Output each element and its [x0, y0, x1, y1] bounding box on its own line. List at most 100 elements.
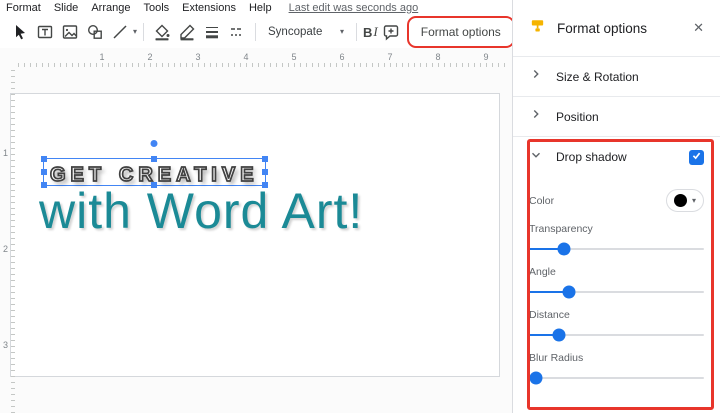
- distance-group: Distance: [529, 309, 704, 342]
- toolbar-separator: [255, 23, 257, 41]
- menu-arrange[interactable]: Arrange: [91, 2, 130, 14]
- panel-header: Format options ✕: [513, 0, 720, 57]
- comment-icon: [382, 23, 400, 41]
- line-dropdown-caret-icon[interactable]: ▾: [133, 28, 137, 36]
- ruler-mark: 3: [3, 340, 9, 350]
- menu-extensions[interactable]: Extensions: [182, 2, 236, 14]
- slide-canvas[interactable]: get creative with Word Art!: [10, 93, 500, 377]
- blur-radius-label: Blur Radius: [529, 352, 584, 364]
- ruler-mark: 2: [3, 244, 9, 254]
- distance-slider-thumb[interactable]: [552, 328, 566, 342]
- horizontal-ruler: 1 2 3 4 5 6 7 8 9: [18, 52, 506, 68]
- menu-slide[interactable]: Slide: [54, 2, 78, 14]
- shape-icon: [86, 23, 104, 41]
- menubar: Format Slide Arrange Tools Extensions He…: [0, 0, 512, 16]
- section-size-rotation[interactable]: Size & Rotation: [513, 57, 720, 97]
- chevron-right-icon: [529, 67, 543, 86]
- transparency-group: Transparency: [529, 223, 704, 256]
- border-color-icon: [178, 23, 196, 41]
- ruler-ticks: [18, 63, 506, 67]
- ruler-mark: 6: [339, 52, 345, 62]
- ruler-mark: 3: [195, 52, 201, 62]
- chevron-down-icon: ▾: [691, 195, 696, 205]
- font-family-value: Syncopate: [268, 26, 323, 38]
- blur-radius-slider[interactable]: [529, 371, 704, 385]
- transparency-slider[interactable]: [529, 242, 704, 256]
- cursor-icon: [11, 23, 29, 41]
- font-family-select[interactable]: Syncopate ▾: [262, 23, 350, 41]
- section-label: Size & Rotation: [556, 69, 639, 84]
- chevron-down-icon: ▾: [340, 27, 345, 36]
- rotation-handle[interactable]: [150, 140, 158, 147]
- ruler-mark: 7: [387, 52, 393, 62]
- shadow-color-picker[interactable]: ▾: [665, 189, 704, 212]
- ruler-ticks: [11, 70, 15, 413]
- section-label: Drop shadow: [556, 150, 627, 164]
- border-dash-button[interactable]: [225, 20, 249, 44]
- drop-shadow-checkbox[interactable]: [689, 148, 704, 166]
- resize-handle-n[interactable]: [151, 156, 158, 162]
- text-box-icon: [36, 23, 54, 41]
- blur-radius-group: Blur Radius: [529, 352, 704, 385]
- workspace: get creative with Word Art!: [0, 48, 512, 413]
- panel-title: Format options: [557, 20, 648, 36]
- google-slides-window: Format Slide Arrange Tools Extensions He…: [0, 0, 720, 413]
- insert-image-button[interactable]: [58, 20, 82, 44]
- border-color-button[interactable]: [175, 20, 199, 44]
- angle-slider[interactable]: [529, 285, 704, 299]
- ruler-mark: 9: [483, 52, 489, 62]
- close-icon[interactable]: ✕: [693, 20, 704, 36]
- ruler-mark: 4: [243, 52, 249, 62]
- check-icon: [691, 148, 702, 166]
- angle-slider-thumb[interactable]: [562, 285, 576, 299]
- menu-help[interactable]: Help: [249, 2, 272, 14]
- toolbar: ▾ Syncopate ▾ B I Format options: [0, 16, 553, 48]
- resize-handle-nw[interactable]: [41, 156, 47, 162]
- border-dash-icon: [228, 23, 246, 41]
- distance-label: Distance: [529, 309, 570, 321]
- image-icon: [61, 23, 79, 41]
- last-edit-link[interactable]: Last edit was seconds ago: [289, 2, 419, 14]
- vertical-ruler: 1 2 3: [0, 70, 16, 413]
- resize-handle-w[interactable]: [41, 169, 47, 175]
- paint-format-icon: [529, 17, 546, 39]
- blur-radius-slider-thumb[interactable]: [529, 371, 543, 385]
- section-drop-shadow[interactable]: Drop shadow: [513, 137, 720, 177]
- text-box-button[interactable]: [33, 20, 57, 44]
- transparency-label: Transparency: [529, 223, 593, 235]
- ruler-mark: 1: [3, 148, 9, 158]
- drop-shadow-details: Color ▾ Transparency Angle Distance Blur…: [513, 189, 720, 385]
- format-options-panel: Format options ✕ Size & Rotation Positio…: [512, 0, 720, 413]
- italic-button[interactable]: I: [373, 20, 377, 44]
- wordart-line2-text[interactable]: with Word Art!: [39, 182, 363, 240]
- border-weight-button[interactable]: [200, 20, 224, 44]
- menu-format[interactable]: Format: [6, 2, 41, 14]
- angle-group: Angle: [529, 266, 704, 299]
- ruler-mark: 8: [435, 52, 441, 62]
- resize-handle-e[interactable]: [261, 169, 268, 175]
- color-swatch: [673, 194, 687, 207]
- fill-color-button[interactable]: [150, 20, 174, 44]
- ruler-mark: 2: [147, 52, 153, 62]
- bold-button[interactable]: B: [363, 20, 372, 44]
- insert-line-button[interactable]: [108, 20, 132, 44]
- chevron-right-icon: [529, 107, 543, 126]
- format-options-button[interactable]: Format options: [406, 16, 515, 48]
- menu-tools[interactable]: Tools: [143, 2, 169, 14]
- fill-color-icon: [153, 23, 171, 41]
- section-label: Position: [556, 109, 599, 124]
- line-icon: [111, 23, 129, 41]
- ruler-mark: 1: [99, 52, 105, 62]
- chevron-down-icon: [529, 148, 543, 167]
- select-tool-button[interactable]: [8, 20, 32, 44]
- add-comment-button[interactable]: [379, 20, 403, 44]
- resize-handle-ne[interactable]: [261, 156, 268, 162]
- insert-shape-button[interactable]: [83, 20, 107, 44]
- section-position[interactable]: Position: [513, 97, 720, 137]
- transparency-slider-thumb[interactable]: [557, 242, 571, 256]
- toolbar-separator: [143, 23, 145, 41]
- angle-label: Angle: [529, 266, 556, 278]
- border-weight-icon: [203, 23, 221, 41]
- shadow-color-row: Color ▾: [529, 189, 704, 212]
- distance-slider[interactable]: [529, 328, 704, 342]
